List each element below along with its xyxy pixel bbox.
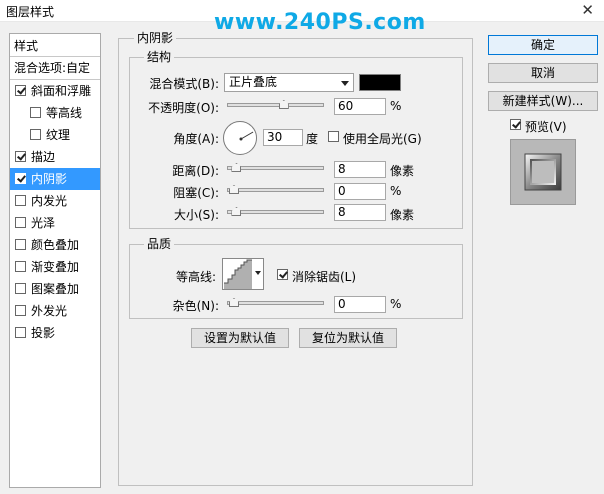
angle-label: 角度(A): — [173, 132, 219, 146]
angle-input[interactable]: 30 — [263, 129, 303, 146]
ok-button[interactable]: 确定 — [488, 35, 598, 55]
noise-input[interactable]: 0 — [334, 296, 386, 313]
style-item-label: 斜面和浮雕 — [31, 84, 92, 98]
style-item[interactable]: 外发光 — [10, 300, 100, 322]
style-item-label: 外发光 — [31, 304, 68, 318]
antialias-label[interactable]: 消除锯齿(L) — [292, 268, 356, 285]
inner-shadow-title: 内阴影 — [134, 31, 177, 45]
chevron-down-icon — [255, 271, 261, 275]
style-item[interactable]: 纹理 — [10, 124, 100, 146]
style-item-checkbox[interactable] — [15, 151, 26, 162]
structure-title: 结构 — [144, 50, 175, 64]
style-item-checkbox[interactable] — [15, 217, 26, 228]
angle-dial-graphic — [239, 131, 254, 141]
style-item-checkbox[interactable] — [15, 239, 26, 250]
style-item[interactable]: 内阴影 — [10, 168, 100, 190]
blend-mode-value: 正片叠底 — [229, 75, 278, 89]
opacity-slider[interactable] — [227, 100, 324, 109]
preview-checkbox[interactable] — [510, 119, 521, 130]
style-item[interactable]: 渐变叠加 — [10, 256, 100, 278]
blend-mode-select[interactable]: 正片叠底 — [224, 73, 354, 92]
opacity-label: 不透明度(O): — [148, 101, 219, 115]
style-item-checkbox[interactable] — [15, 327, 26, 338]
style-item-label: 颜色叠加 — [31, 238, 80, 252]
style-item-label: 描边 — [31, 150, 56, 164]
style-item[interactable]: 颜色叠加 — [10, 234, 100, 256]
choke-label: 阻塞(C): — [173, 186, 219, 200]
style-item-label: 图案叠加 — [31, 282, 80, 296]
contour-label: 等高线: — [175, 270, 216, 284]
noise-label: 杂色(N): — [172, 299, 219, 313]
global-light-label[interactable]: 使用全局光(G) — [343, 130, 422, 147]
style-item[interactable]: 图案叠加 — [10, 278, 100, 300]
make-default-button[interactable]: 设置为默认值 — [191, 328, 289, 348]
global-light-checkbox[interactable] — [328, 131, 339, 142]
style-item-checkbox[interactable] — [30, 129, 41, 140]
style-list-header[interactable]: 样式 — [14, 35, 104, 57]
style-list: 样式 混合选项:自定 斜面和浮雕等高线纹理描边内阴影内发光光泽颜色叠加渐变叠加图… — [9, 33, 101, 488]
blending-options-item[interactable]: 混合选项:自定 — [14, 57, 104, 79]
style-item[interactable]: 投影 — [10, 322, 100, 344]
style-item-label: 等高线 — [46, 106, 83, 120]
antialias-checkbox[interactable] — [277, 269, 288, 280]
blending-options-label: 混合选项:自定 — [14, 61, 91, 75]
distance-input[interactable]: 8 — [334, 161, 386, 178]
style-item-checkbox[interactable] — [15, 85, 26, 96]
noise-unit: % — [390, 297, 402, 311]
watermark-text: www.240PS.com — [214, 10, 426, 35]
style-item-checkbox[interactable] — [15, 305, 26, 316]
window-title: 图层样式 — [6, 5, 55, 19]
style-list-header-label: 样式 — [14, 39, 39, 53]
size-unit: 像素 — [390, 208, 415, 222]
preview-frame-icon — [524, 153, 562, 191]
blend-mode-label: 混合模式(B): — [149, 77, 219, 91]
choke-unit: % — [390, 184, 402, 198]
new-style-button[interactable]: 新建样式(W)... — [488, 91, 598, 111]
distance-unit: 像素 — [390, 164, 415, 178]
distance-label: 距离(D): — [172, 164, 219, 178]
size-label: 大小(S): — [173, 208, 219, 222]
style-item-checkbox[interactable] — [15, 173, 26, 184]
quality-title: 品质 — [144, 237, 175, 251]
angle-dial[interactable] — [223, 121, 257, 155]
style-item-checkbox[interactable] — [15, 195, 26, 206]
shadow-color-swatch[interactable] — [359, 74, 401, 91]
style-item-label: 渐变叠加 — [31, 260, 80, 274]
cancel-button[interactable]: 取消 — [488, 63, 598, 83]
style-item-checkbox[interactable] — [15, 261, 26, 272]
size-input[interactable]: 8 — [334, 204, 386, 221]
angle-unit: 度 — [306, 132, 319, 146]
style-item-checkbox[interactable] — [30, 107, 41, 118]
style-item-label: 内阴影 — [31, 172, 68, 186]
noise-slider[interactable] — [227, 298, 324, 307]
distance-slider[interactable] — [227, 163, 324, 172]
opacity-input[interactable]: 60 — [334, 98, 386, 115]
close-icon[interactable]: ✕ — [581, 1, 594, 19]
contour-picker[interactable] — [222, 258, 264, 290]
style-item-label: 内发光 — [31, 194, 68, 208]
preview-label[interactable]: 预览(V) — [525, 118, 567, 135]
size-slider[interactable] — [227, 207, 324, 216]
style-item[interactable]: 斜面和浮雕 — [10, 80, 100, 102]
style-item[interactable]: 内发光 — [10, 190, 100, 212]
style-item-checkbox[interactable] — [15, 283, 26, 294]
style-item-label: 投影 — [31, 326, 56, 340]
style-item[interactable]: 描边 — [10, 146, 100, 168]
reset-default-button[interactable]: 复位为默认值 — [299, 328, 397, 348]
style-item-label: 光泽 — [31, 216, 56, 230]
style-item[interactable]: 光泽 — [10, 212, 100, 234]
opacity-unit: % — [390, 99, 402, 113]
choke-input[interactable]: 0 — [334, 183, 386, 200]
style-item[interactable]: 等高线 — [10, 102, 100, 124]
style-item-label: 纹理 — [46, 128, 71, 142]
chevron-down-icon — [341, 81, 349, 86]
style-preview-thumbnail — [510, 139, 576, 205]
choke-slider[interactable] — [227, 185, 324, 194]
contour-curve-icon — [224, 259, 252, 289]
